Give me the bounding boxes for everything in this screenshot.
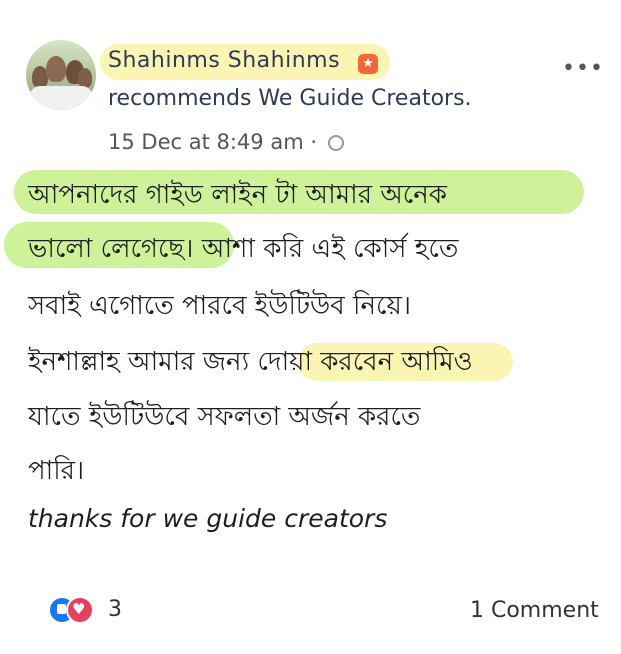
more-options-icon[interactable]: ••• — [562, 56, 604, 81]
comments-link[interactable]: 1 Comment — [470, 598, 599, 623]
post-body-line: ভালো লেগেছে। আশা করি এই কোর্স হতে — [28, 234, 459, 264]
post-body-line: আপনাদের গাইড লাইন টা আমার অনেক — [28, 180, 447, 210]
love-reaction-icon — [66, 596, 94, 624]
avatar[interactable] — [26, 40, 96, 110]
post-body-line: ইনশাল্লাহ আমার জন্য দোয়া করবেন আমিও — [28, 347, 473, 377]
post-body-line: পারি। — [28, 456, 85, 486]
timestamp-text: 15 Dec at 8:49 am · — [108, 130, 317, 154]
post-body-line: যাতে ইউটিউবে সফলতা অর্জন করতে — [28, 402, 421, 432]
reaction-count: 3 — [108, 597, 122, 622]
top-fan-badge-icon: ★ — [358, 54, 378, 74]
post-body-line: সবাই এগোতে পারবে ইউটিউব নিয়ে। — [28, 291, 412, 321]
recommend-text: recommends We Guide Creators. — [108, 86, 472, 111]
author-name[interactable]: Shahinms Shahinms — [108, 48, 340, 73]
post-thanks-line: thanks for we guide creators — [28, 504, 388, 533]
post-card: Shahinms Shahinms ★ ••• recommends We Gu… — [0, 0, 621, 654]
globe-icon — [327, 135, 344, 151]
post-timestamp[interactable]: 15 Dec at 8:49 am · — [108, 130, 344, 154]
